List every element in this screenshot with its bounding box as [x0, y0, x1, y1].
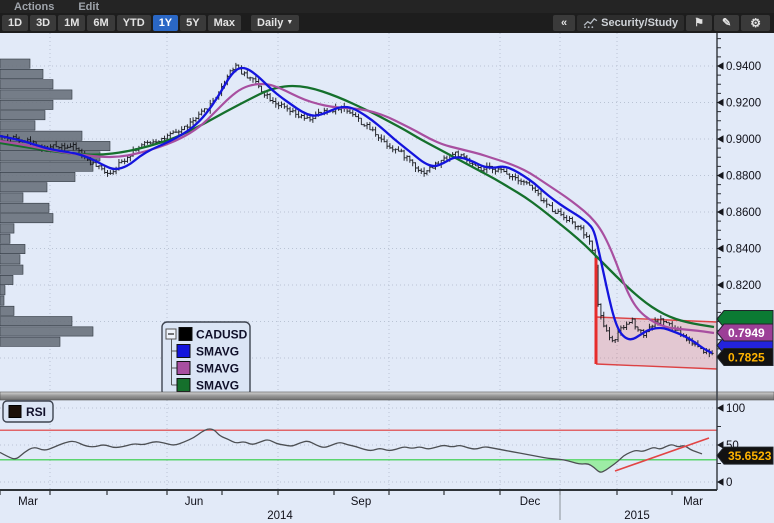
volume-bar	[0, 193, 23, 202]
volume-bar	[0, 100, 53, 109]
gear-icon[interactable]: ⚙	[741, 15, 770, 31]
month-label: Jun	[185, 496, 204, 508]
volume-bar	[0, 317, 72, 326]
volume-bar	[0, 244, 25, 253]
volume-bar	[0, 69, 43, 78]
chevron-down-icon: ▼	[286, 15, 293, 31]
collapse-panel-button[interactable]: «	[553, 15, 575, 31]
axis-tick-label: 0.8800	[726, 171, 761, 183]
price-tag-value: 35.6523	[728, 449, 772, 463]
volume-bar	[0, 162, 93, 171]
toolbar-right-group: « Security/Study ⚑ ✎ ⚙	[553, 15, 772, 31]
menu-actions[interactable]: Actions	[14, 1, 54, 13]
volume-bar	[0, 255, 20, 264]
volume-bar	[0, 214, 53, 223]
legend-swatch	[179, 328, 192, 341]
month-label: Mar	[18, 496, 38, 508]
volume-bar	[0, 90, 72, 99]
month-label: Dec	[520, 496, 541, 508]
axis-tick-label: 0.9200	[726, 98, 761, 110]
application-window: Actions Edit 1D3D1M6MYTD1Y5YMax Daily ▼ …	[0, 0, 774, 523]
axis-tick-label: 0.8400	[726, 244, 761, 256]
menu-edit[interactable]: Edit	[78, 1, 99, 13]
range-button-max[interactable]: Max	[208, 15, 241, 31]
rsi-legend-box[interactable]: RSI	[3, 401, 53, 422]
month-label: Mar	[683, 496, 703, 508]
month-label: Sep	[351, 496, 371, 508]
volume-bar	[0, 306, 14, 315]
security-study-label: Security/Study	[601, 15, 678, 31]
year-label: 2015	[624, 510, 650, 522]
volume-bar	[0, 234, 10, 243]
volume-bar	[0, 337, 60, 346]
volume-bar	[0, 121, 35, 130]
range-button-3d[interactable]: 3D	[30, 15, 56, 31]
range-button-6m[interactable]: 6M	[87, 15, 114, 31]
axis-tick-label: 0.9000	[726, 134, 761, 146]
security-study-button[interactable]: Security/Study	[577, 15, 684, 31]
legend-box[interactable]: CADUSD SMAVG SMAVG SMAVG	[162, 322, 250, 396]
price-tag: 0.7949	[717, 324, 773, 341]
volume-bar	[0, 224, 14, 233]
volume-bar	[0, 203, 49, 212]
range-button-group: 1D3D1M6MYTD1Y5YMax	[2, 15, 243, 31]
legend-label: SMAVG	[196, 379, 239, 393]
chart-line-icon	[583, 18, 598, 29]
year-label: 2014	[267, 510, 293, 522]
volume-bar	[0, 80, 53, 89]
volume-bar	[0, 275, 13, 284]
legend-swatch	[177, 362, 190, 375]
axis-tick-label: 100	[726, 403, 745, 415]
axis-tick-label: 0	[726, 477, 732, 489]
price-tag: 0.7825	[717, 349, 773, 366]
rsi-label: RSI	[26, 405, 46, 419]
chart-background	[0, 33, 774, 523]
volume-bar	[0, 296, 4, 305]
period-dropdown[interactable]: Daily ▼	[251, 15, 299, 31]
period-label: Daily	[257, 15, 283, 31]
annotate-icon[interactable]: ✎	[714, 15, 739, 31]
axis-tick-label: 0.8600	[726, 207, 761, 219]
axis-tick-label: 0.9400	[726, 61, 761, 73]
panel-separator[interactable]	[0, 392, 774, 400]
axis-tick-label: 0.8200	[726, 280, 761, 292]
price-tag: 35.6523	[717, 447, 773, 464]
range-button-5y[interactable]: 5Y	[180, 15, 205, 31]
volume-bar	[0, 265, 23, 274]
volume-bar	[0, 183, 47, 192]
legend-label: SMAVG	[196, 362, 239, 376]
range-button-1y[interactable]: 1Y	[153, 15, 178, 31]
rsi-swatch	[9, 406, 21, 418]
volume-bar	[0, 286, 5, 295]
price-tag-value: 0.7949	[728, 326, 765, 340]
range-button-1m[interactable]: 1M	[58, 15, 85, 31]
legend-label: SMAVG	[196, 345, 239, 359]
range-button-1d[interactable]: 1D	[2, 15, 28, 31]
volume-bar	[0, 327, 93, 336]
volume-bar	[0, 111, 45, 120]
legend-label: CADUSD	[196, 328, 248, 342]
volume-bar	[0, 59, 30, 68]
range-button-ytd[interactable]: YTD	[117, 15, 151, 31]
flag-icon[interactable]: ⚑	[686, 15, 712, 31]
toolbar: 1D3D1M6MYTD1Y5YMax Daily ▼ « Security/St…	[0, 13, 774, 33]
price-tag-value: 0.7825	[728, 351, 765, 365]
price-chart-canvas[interactable]: CADUSD SMAVG SMAVG SMAVG RSI 0.9400 0.9200 0.90…	[0, 33, 774, 523]
legend-swatch	[177, 379, 190, 392]
menubar: Actions Edit	[0, 0, 774, 13]
legend-swatch	[177, 345, 190, 358]
volume-bar	[0, 172, 75, 181]
